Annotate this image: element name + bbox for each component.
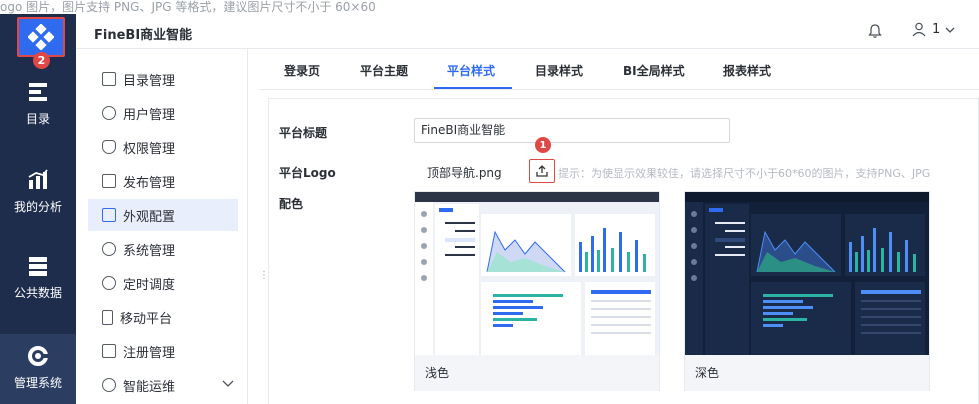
light-theme-preview-image	[415, 192, 659, 355]
subnav-item-catalog-management[interactable]: 目录管理	[88, 63, 238, 95]
main-panel: FineBI商业智能 1 目录管理 用户管理 权限管理 发布管理 外观配置 系统…	[76, 14, 979, 404]
shield-icon	[102, 140, 116, 154]
subnav-item-registration[interactable]: 注册管理	[88, 335, 238, 367]
active-tab-indicator	[434, 87, 512, 89]
rail-item-label: 目录	[25, 112, 50, 126]
subnav-item-label: 智能运维	[123, 379, 176, 395]
rail-item-catalog[interactable]: 目录	[0, 80, 76, 134]
logo-file-name: 顶部导航.png	[427, 166, 502, 180]
tab-platform-style[interactable]: 平台样式	[447, 62, 495, 79]
phone-icon	[102, 309, 113, 325]
dark-theme-preview-image	[685, 192, 929, 355]
user-icon	[102, 106, 116, 120]
rail-item-label: 我的分析	[13, 200, 62, 214]
manage-system-icon	[28, 346, 48, 366]
user-menu[interactable]: 1	[912, 22, 961, 37]
tab-platform-theme[interactable]: 平台主题	[360, 62, 408, 79]
rail-item-label: 管理系统	[13, 376, 62, 390]
ops-icon	[102, 378, 116, 392]
rail-item-my-analysis[interactable]: 我的分析	[0, 168, 76, 222]
logo-hint-text: 提示：为使显示效果较佳，请选择尺寸不小于60*60的图片，支持PNG、JPG	[558, 167, 931, 180]
rail-item-manage-system[interactable]: 管理系统	[0, 334, 76, 404]
theme-card-caption-bar	[415, 355, 659, 391]
catalog-icon	[29, 83, 47, 101]
platform-title-input[interactable]: FineBI商业智能	[414, 118, 730, 143]
app-root: ogo 图片，图片支持 PNG、JPG 等格式，建议图片尺寸不小于 60×60 …	[0, 0, 979, 404]
public-data-icon	[29, 257, 47, 276]
subnav-item-smart-ops[interactable]: 智能运维	[88, 369, 238, 401]
subnav-item-system-management[interactable]: 系统管理	[88, 233, 238, 265]
theme-label-light: 浅色	[425, 366, 450, 380]
subnav-item-scheduling[interactable]: 定时调度	[88, 267, 238, 299]
app-logo-button[interactable]	[17, 17, 65, 57]
color-scheme-label: 配色	[279, 197, 304, 211]
subnav-item-label: 系统管理	[123, 243, 176, 259]
tab-login-page[interactable]: 登录页	[284, 62, 320, 79]
subnav-item-mobile-platform[interactable]: 移动平台	[88, 301, 238, 333]
chevron-down-icon	[222, 380, 234, 387]
brush-icon	[102, 208, 116, 222]
rail-item-public-data[interactable]: 公共数据	[0, 254, 76, 308]
light-theme-preview	[415, 192, 659, 355]
top-bar: FineBI商业智能 1	[76, 14, 979, 49]
subnav-item-label: 注册管理	[123, 345, 176, 361]
subnav-item-user-management[interactable]: 用户管理	[88, 97, 238, 129]
main-rail: 2 目录 我的分析 公共数据 管理系统	[0, 14, 76, 404]
subnav-item-label: 外观配置	[123, 209, 176, 225]
publish-icon	[102, 174, 116, 188]
settings-subnav: 目录管理 用户管理 权限管理 发布管理 外观配置 系统管理 定时调度 移动平台 …	[76, 49, 248, 404]
annotation-badge-1: 1	[535, 137, 551, 153]
bell-icon[interactable]	[867, 23, 883, 39]
theme-card-light[interactable]: 浅色	[414, 191, 660, 391]
subnav-item-permission-management[interactable]: 权限管理	[88, 131, 238, 163]
tab-catalog-style[interactable]: 目录样式	[535, 62, 583, 79]
theme-label-dark: 深色	[695, 366, 720, 380]
theme-card-dark[interactable]: 深色	[684, 191, 930, 391]
subnav-item-label: 定时调度	[123, 277, 176, 293]
subnav-item-label: 用户管理	[123, 107, 176, 123]
upload-logo-button[interactable]	[529, 159, 555, 183]
user-name: 1	[932, 22, 941, 37]
background-hint-strip: ogo 图片，图片支持 PNG、JPG 等格式，建议图片尺寸不小于 60×60	[0, 0, 979, 14]
app-logo-icon	[28, 24, 54, 50]
tab-bi-global-style[interactable]: BI全局样式	[623, 62, 685, 79]
subnav-item-appearance[interactable]: 外观配置	[88, 199, 238, 231]
subnav-item-label: 发布管理	[123, 175, 176, 191]
user-icon	[912, 22, 926, 37]
platform-title-label: 平台标题	[279, 126, 328, 140]
subnav-item-label: 权限管理	[123, 141, 176, 157]
annotation-badge-2: 2	[33, 52, 50, 69]
tab-bar: 登录页 平台主题 平台样式 目录样式 BI全局样式 报表样式	[259, 50, 979, 90]
upload-icon	[536, 165, 548, 177]
subnav-item-label: 移动平台	[120, 311, 173, 327]
tab-report-style[interactable]: 报表样式	[723, 62, 771, 79]
list-icon	[102, 72, 116, 86]
analysis-icon	[28, 169, 48, 189]
app-title: FineBI商业智能	[94, 28, 193, 43]
register-icon	[102, 344, 116, 358]
dark-theme-preview	[685, 192, 929, 355]
rail-item-label: 公共数据	[13, 286, 62, 300]
platform-logo-label: 平台Logo	[279, 166, 336, 180]
clock-icon	[102, 276, 116, 290]
chevron-down-icon	[945, 27, 955, 33]
theme-card-caption-bar	[685, 355, 929, 391]
subnav-item-publish-management[interactable]: 发布管理	[88, 165, 238, 197]
gear-icon	[102, 242, 116, 256]
subnav-item-label: 目录管理	[123, 73, 176, 89]
